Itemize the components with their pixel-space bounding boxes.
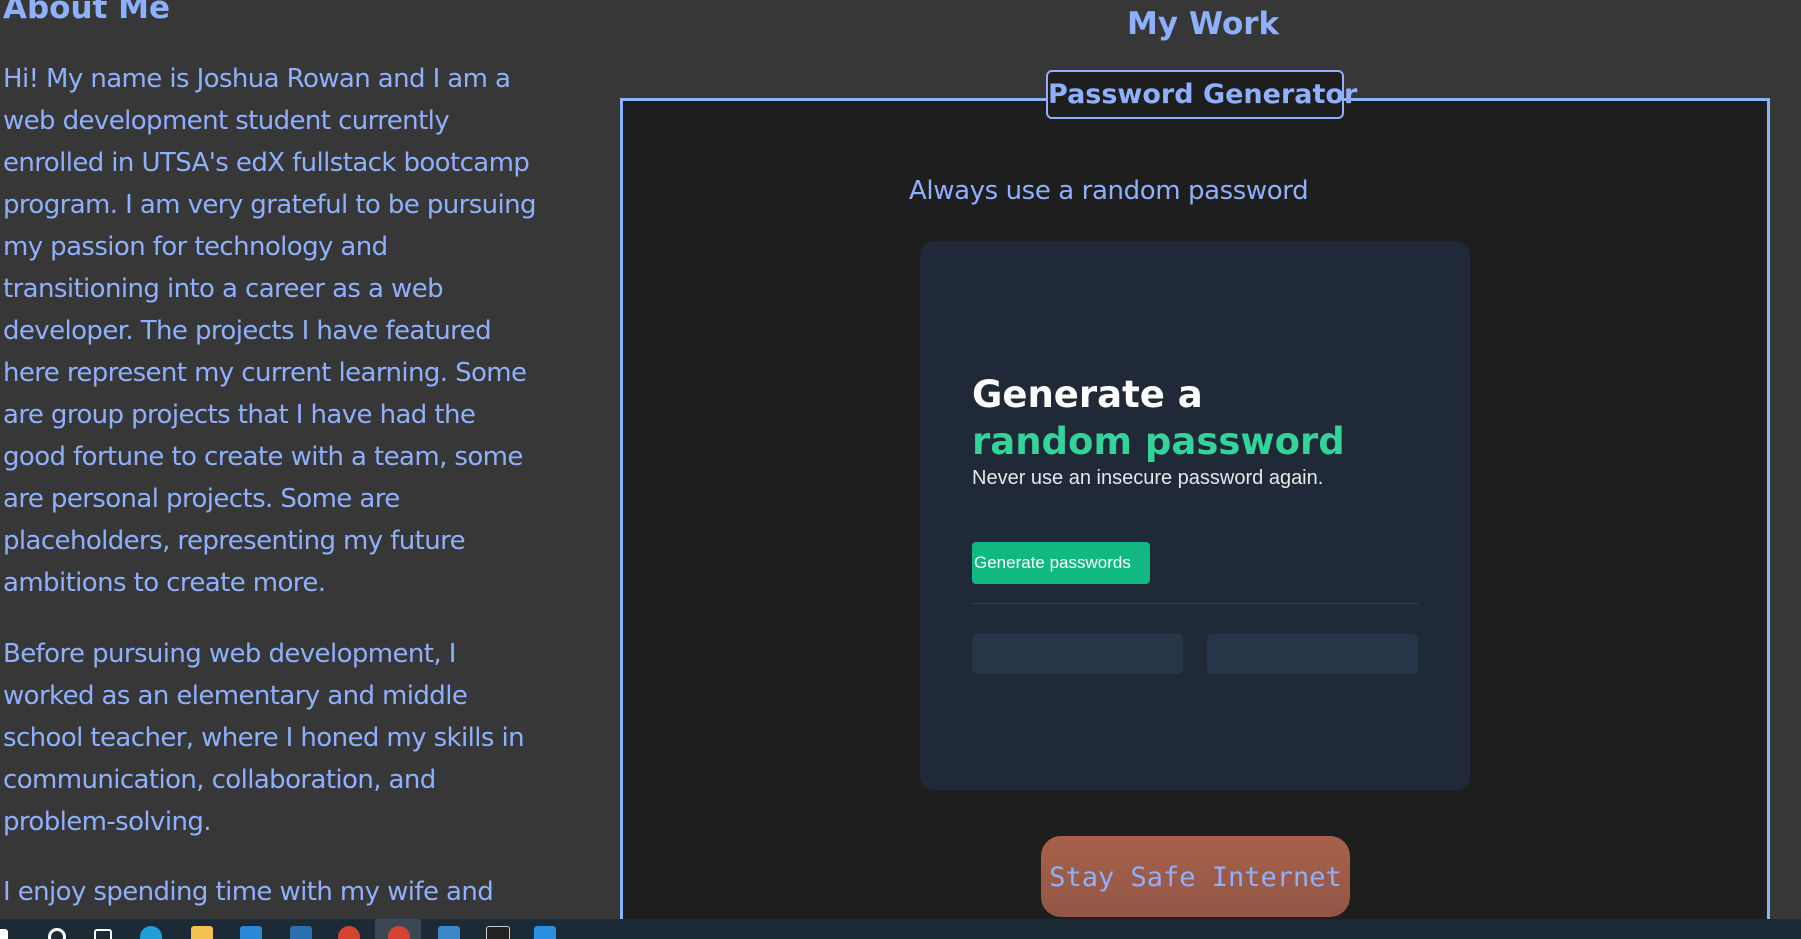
mail-icon[interactable]: [290, 926, 312, 939]
card-title-line1: Generate a: [972, 373, 1203, 416]
edge-icon[interactable]: [140, 926, 162, 939]
windows-taskbar: [0, 919, 1801, 939]
search-icon[interactable]: [48, 928, 66, 939]
stay-safe-internet-button[interactable]: Stay Safe Internet: [1041, 836, 1350, 917]
card-title-line2: random password: [972, 420, 1345, 463]
card-divider: [972, 603, 1418, 604]
password-generator-card: Generate a random password Never use an …: [920, 241, 1470, 790]
vscode-icon[interactable]: [534, 926, 556, 939]
file-explorer-icon[interactable]: [191, 926, 213, 939]
windows-start-icon[interactable]: [0, 929, 8, 939]
card-title: Generate a random password: [972, 371, 1345, 465]
task-view-icon[interactable]: [94, 929, 112, 939]
terminal-icon[interactable]: [486, 926, 510, 939]
portfolio-page: About Me Hi! My name is Joshua Rowan and…: [0, 0, 1801, 939]
password-output-1[interactable]: [972, 634, 1183, 674]
files-icon[interactable]: [438, 926, 460, 939]
project-title-label[interactable]: Password Generator: [1046, 70, 1357, 119]
about-heading: About Me: [3, 0, 171, 26]
store-icon[interactable]: [240, 926, 262, 939]
project-tagline: Always use a random password: [909, 176, 1309, 206]
about-paragraph-background: Before pursuing web development, I worke…: [3, 639, 525, 837]
card-subtitle: Never use an insecure password again.: [972, 467, 1324, 489]
chrome-icon[interactable]: [338, 926, 360, 939]
about-paragraph-intro: Hi! My name is Joshua Rowan and I am a w…: [3, 64, 537, 598]
about-paragraph-personal: I enjoy spending time with my wife and: [3, 877, 494, 907]
my-work-heading: My Work: [1127, 6, 1280, 42]
generate-passwords-button[interactable]: Generate passwords: [972, 542, 1150, 584]
password-output-2[interactable]: [1207, 634, 1418, 674]
